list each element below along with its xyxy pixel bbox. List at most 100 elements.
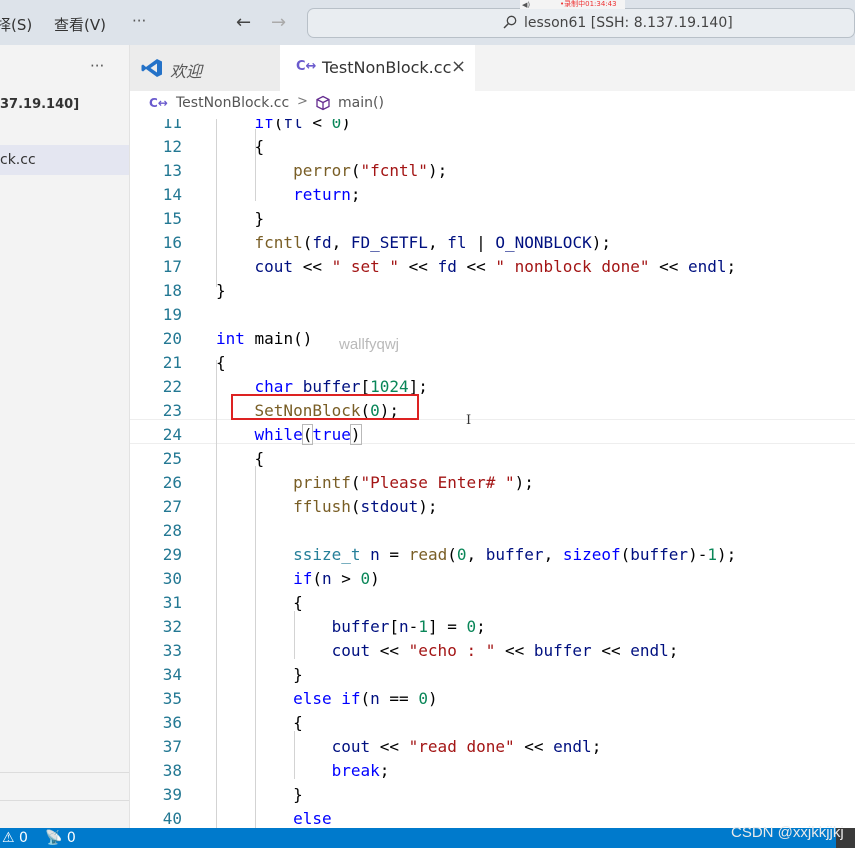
sidebar-more-button[interactable]: ··· <box>90 57 104 75</box>
code-editor[interactable]: 11 if(fl < 0) 12 {13 perror("fcntl"); 14 r… <box>130 119 855 828</box>
menu-view[interactable]: 查看(V) <box>54 14 106 35</box>
code-line[interactable]: 15 } <box>130 207 855 231</box>
line-number: 26 <box>162 473 182 492</box>
remote-host-folder[interactable]: 37.19.140] <box>0 97 79 112</box>
code-text: else if(n == 0) <box>293 689 438 708</box>
indent-guide <box>294 731 295 779</box>
code-line[interactable]: 13 perror("fcntl"); <box>130 159 855 183</box>
code-text: ssize_t n = read(0, buffer, sizeof(buffe… <box>293 545 737 564</box>
problems-status[interactable]: ⚠ 0 <box>2 830 28 846</box>
code-text: cout << "read done" << endl; <box>331 737 602 756</box>
menu-selection[interactable]: 择(S) <box>0 14 32 35</box>
code-text: int main() <box>216 329 313 348</box>
recording-indicator: ◀) •录制中01:34:43 <box>520 0 625 9</box>
code-line[interactable]: 26 printf("Please Enter# "); <box>130 471 855 495</box>
line-number: 34 <box>162 665 182 684</box>
code-line[interactable]: 32 buffer[n-1] = 0; <box>130 615 855 639</box>
code-line[interactable]: 39 } <box>130 783 855 807</box>
code-line[interactable]: 17 cout << " set " << fd << " nonblock d… <box>130 255 855 279</box>
line-number: 33 <box>162 641 182 660</box>
breadcrumb-symbol[interactable]: main() <box>338 95 384 111</box>
line-number: 30 <box>162 569 182 588</box>
code-line[interactable]: 38 break; <box>130 759 855 783</box>
code-text: printf("Please Enter# "); <box>293 473 534 492</box>
code-line[interactable]: 18} <box>130 279 855 303</box>
line-number: 37 <box>162 737 182 756</box>
code-line[interactable]: 30 if(n > 0) <box>130 567 855 591</box>
code-text: break; <box>331 761 390 780</box>
annotation-box <box>231 394 419 420</box>
code-line[interactable]: 21 { <box>130 351 855 375</box>
code-line[interactable]: 29 ssize_t n = read(0, buffer, sizeof(bu… <box>130 543 855 567</box>
line-number: 17 <box>162 257 182 276</box>
line-number: 28 <box>162 521 182 540</box>
watermark-text: wallfyqwj <box>339 336 400 353</box>
code-text: cout << "echo : " << buffer << endl; <box>331 641 679 660</box>
tab-welcome[interactable]: 欢迎 <box>130 45 280 91</box>
mouse-ibeam-cursor: I <box>466 413 472 428</box>
title-bar: 择(S) 查看(V) ··· ← → lesson61 [SSH: 8.137.… <box>0 0 855 45</box>
close-icon[interactable]: × <box>451 56 466 77</box>
code-text: if(fl < 0) <box>254 119 351 132</box>
line-number: 31 <box>162 593 182 612</box>
code-line[interactable]: 11 if(fl < 0) <box>130 119 855 135</box>
code-line[interactable]: 12 { <box>130 135 855 159</box>
speaker-icon: ◀) <box>522 1 531 9</box>
breadcrumb-file[interactable]: TestNonBlock.cc <box>176 95 289 111</box>
line-number: 18 <box>162 281 182 300</box>
vscode-icon <box>141 59 162 77</box>
line-number: 35 <box>162 689 182 708</box>
code-line[interactable]: 35 else if(n == 0) <box>130 687 855 711</box>
forward-arrow-icon[interactable]: → <box>271 12 286 33</box>
code-text: { <box>216 137 265 156</box>
sidebar-file-item[interactable]: ck.cc <box>0 145 129 175</box>
indent-guide <box>255 466 256 828</box>
line-number: 39 <box>162 785 182 804</box>
menu-more-button[interactable]: ··· <box>132 12 146 30</box>
code-text: } <box>216 665 303 684</box>
code-text: if(n > 0) <box>293 569 380 588</box>
code-line[interactable]: 16 fcntl(fd, FD_SETFL, fl | O_NONBLOCK); <box>130 231 855 255</box>
code-text: while(true) <box>254 424 362 445</box>
code-line[interactable]: 33 cout << "echo : " << buffer << endl; <box>130 639 855 663</box>
code-line[interactable]: 37 cout << "read done" << endl; <box>130 735 855 759</box>
command-center-search[interactable]: lesson61 [SSH: 8.137.19.140] <box>307 8 855 38</box>
divider <box>0 772 129 773</box>
method-cube-icon <box>316 95 330 111</box>
code-line[interactable]: 34 } <box>130 663 855 687</box>
back-arrow-icon[interactable]: ← <box>236 12 251 33</box>
line-number: 16 <box>162 233 182 252</box>
line-number: 19 <box>162 305 182 324</box>
code-text: else <box>293 809 332 828</box>
code-line[interactable]: 36 { <box>130 711 855 735</box>
code-text: { <box>216 713 303 732</box>
ports-status[interactable]: 📡 0 <box>45 830 76 846</box>
tab-welcome-label: 欢迎 <box>170 62 203 81</box>
code-line[interactable]: 27 fflush(stdout); <box>130 495 855 519</box>
code-line[interactable]: 14 return; <box>130 183 855 207</box>
tab-file-label: TestNonBlock.cc <box>322 58 452 77</box>
code-line[interactable]: 31 { <box>130 591 855 615</box>
code-line[interactable]: 24 while(true) <box>130 423 855 447</box>
line-number: 38 <box>162 761 182 780</box>
line-number: 20 <box>162 329 182 348</box>
cpp-file-icon: C↔ <box>149 96 168 110</box>
code-line[interactable]: 20 int main() <box>130 327 855 351</box>
breadcrumb: C↔ TestNonBlock.cc > main() <box>130 91 855 119</box>
line-number: 27 <box>162 497 182 516</box>
indent-guide <box>216 119 217 287</box>
sidebar-file-label: ck.cc <box>0 152 36 168</box>
line-number: 11 <box>162 119 182 132</box>
indent-guide <box>294 611 295 659</box>
search-icon <box>503 15 517 29</box>
code-line[interactable]: 25 { <box>130 447 855 471</box>
code-line[interactable]: 28 <box>130 519 855 543</box>
code-line[interactable]: 19 <box>130 303 855 327</box>
tab-testnonblock[interactable]: C↔ TestNonBlock.cc × <box>280 45 475 91</box>
command-center-label: lesson61 [SSH: 8.137.19.140] <box>524 15 733 31</box>
code-text: { <box>216 353 226 372</box>
line-number: 32 <box>162 617 182 636</box>
line-number: 22 <box>162 377 182 396</box>
line-number: 23 <box>162 401 182 420</box>
code-text: return; <box>293 185 361 204</box>
